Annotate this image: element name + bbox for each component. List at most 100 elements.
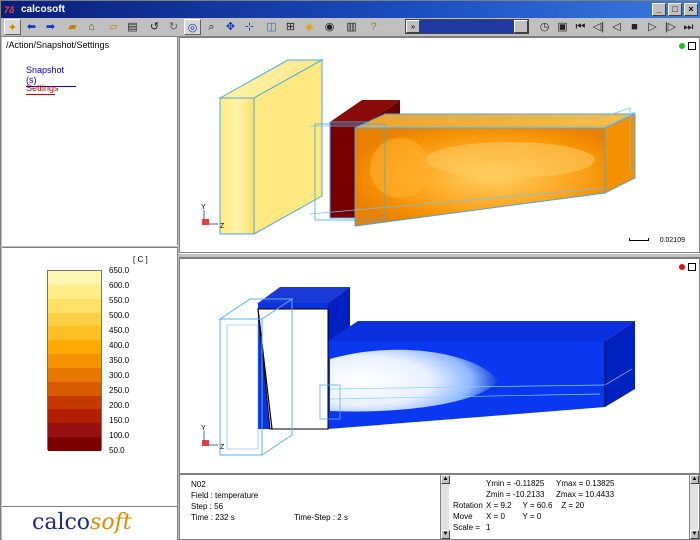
legend-band bbox=[48, 423, 101, 438]
rotate-icon[interactable]: ↺ bbox=[146, 19, 163, 35]
field-label: Field : temperature bbox=[191, 491, 259, 500]
ymax-value: Ymax = 0.13825 bbox=[556, 479, 615, 488]
save-disk-icon[interactable]: ▤ bbox=[124, 19, 141, 35]
ymin-value: Ymin = -0.11825 bbox=[486, 479, 545, 488]
pan-move-icon[interactable]: ✥ bbox=[222, 19, 239, 35]
maximize-view-icon[interactable] bbox=[688, 42, 696, 50]
minimize-button[interactable]: _ bbox=[652, 3, 666, 16]
time-label: Time : 232 s bbox=[191, 513, 235, 522]
node-name: N02 bbox=[191, 480, 206, 489]
logo-area: calcosoft bbox=[2, 506, 178, 540]
svg-text:Y: Y bbox=[201, 204, 206, 211]
navigation-panel: /Action/Snapshot/Settings Snapshot (s) S… bbox=[2, 37, 178, 245]
field-render[interactable]: Y Z bbox=[180, 259, 700, 474]
move-value: X = 0 Y = 0 bbox=[486, 512, 542, 521]
legend-level-label: 100.0 bbox=[109, 431, 130, 440]
color-legend: [ C ] 650.0 600.0 550.0 500.0 450.0 400.0 350.… bbox=[2, 248, 178, 506]
legend-level-label: 150.0 bbox=[109, 416, 130, 425]
legend-band bbox=[48, 326, 101, 341]
legend-level-label: 250.0 bbox=[109, 386, 130, 395]
calcosoft-logo: calcosoft bbox=[32, 510, 132, 535]
scroll-up-icon[interactable]: ▲ bbox=[441, 475, 450, 484]
step-forward-icon[interactable]: |▷ bbox=[662, 19, 679, 35]
color-palette-icon[interactable]: ◈ bbox=[301, 19, 318, 35]
temperature-view[interactable]: Y Z 0.02109 bbox=[179, 37, 700, 253]
play-reverse-icon[interactable]: ◁ bbox=[608, 19, 625, 35]
rotation-label: Rotation bbox=[453, 501, 483, 510]
toolbar: ✦ ⬅ ➡ ▰ ⌂ ▱ ▤ ↺ ↻ ◎ ⌕ ✥ ⊹ ◫ ⊞ ◈ ◉ ▥ ? » … bbox=[1, 18, 700, 37]
slider-handle[interactable]: » bbox=[406, 20, 420, 33]
legend-band bbox=[48, 298, 101, 313]
app-window: 7δ calcosoft _ □ × ✦ ⬅ ➡ ▰ ⌂ ▱ ▤ ↺ ↻ ◎ ⌕… bbox=[0, 0, 700, 540]
play-icon[interactable]: ▷ bbox=[644, 19, 661, 35]
scroll-down-icon[interactable]: ▼ bbox=[690, 530, 699, 539]
record-icon[interactable]: ▣ bbox=[554, 19, 571, 35]
legend-level-label: 600.0 bbox=[109, 281, 130, 290]
step-back-icon[interactable]: ◁| bbox=[590, 19, 607, 35]
legend-band bbox=[48, 367, 101, 382]
settings-link[interactable]: Settings bbox=[26, 83, 59, 95]
maximize-view-icon[interactable] bbox=[688, 263, 696, 271]
legend-color-bar bbox=[47, 270, 102, 451]
legend-band bbox=[48, 354, 101, 368]
legend-band bbox=[48, 437, 101, 451]
legend-band bbox=[48, 340, 101, 355]
clock-icon[interactable]: ◷ bbox=[536, 19, 553, 35]
close-button[interactable]: × bbox=[684, 3, 698, 16]
legend-level-label: 500.0 bbox=[109, 311, 130, 320]
axes-icon[interactable]: ⊹ bbox=[241, 19, 258, 35]
open-folder-icon[interactable]: ▱ bbox=[105, 19, 122, 35]
legend-level-label: 300.0 bbox=[109, 371, 130, 380]
move-label: Move bbox=[453, 512, 473, 521]
first-frame-icon[interactable]: ⏮ bbox=[572, 19, 589, 35]
slider-end-handle[interactable] bbox=[514, 20, 528, 33]
panel-layout-icon[interactable]: ▥ bbox=[343, 19, 360, 35]
zoom-region-icon[interactable]: ◎ bbox=[184, 19, 201, 35]
scale-label: Scale = bbox=[453, 523, 480, 532]
back-arrow-icon[interactable]: ⬅ bbox=[23, 19, 40, 35]
active-indicator-icon bbox=[679, 43, 685, 49]
legend-unit: [ C ] bbox=[133, 255, 148, 264]
legend-level-label: 200.0 bbox=[109, 401, 130, 410]
status-scrollbar-left[interactable]: ▲ ▼ bbox=[440, 475, 450, 539]
scroll-down-icon[interactable]: ▼ bbox=[441, 530, 450, 539]
camera-icon[interactable]: ◉ bbox=[321, 19, 338, 35]
legend-band bbox=[48, 381, 101, 396]
stop-icon[interactable]: ■ bbox=[626, 19, 643, 35]
forward-arrow-icon[interactable]: ➡ bbox=[42, 19, 59, 35]
zoom-magnifier-icon[interactable]: ⌕ bbox=[203, 19, 220, 35]
time-slider[interactable]: » bbox=[405, 19, 529, 34]
zmin-value: Zmin = -10.2133 bbox=[486, 490, 545, 499]
scale-value: 0.02109 bbox=[659, 237, 685, 244]
axis-gizmo-icon: Y Z bbox=[201, 425, 225, 451]
rotation-value: X = 9.2 Y = 60.6 Z = 20 bbox=[486, 501, 585, 510]
zmax-value: Zmax = 10.4433 bbox=[556, 490, 615, 499]
svg-text:Z: Z bbox=[220, 444, 225, 451]
maximize-button[interactable]: □ bbox=[668, 3, 682, 16]
inactive-indicator-icon bbox=[679, 264, 685, 270]
select-tool-icon[interactable]: ✦ bbox=[4, 19, 21, 35]
grid-view-icon[interactable]: ⊞ bbox=[282, 19, 299, 35]
folder-icon[interactable]: ▰ bbox=[64, 19, 81, 35]
legend-level-label: 400.0 bbox=[109, 341, 130, 350]
field-view[interactable]: Y Z bbox=[179, 258, 700, 474]
scale-bar bbox=[629, 238, 649, 241]
scroll-up-icon[interactable]: ▲ bbox=[690, 475, 699, 484]
timestep-label: Time-Step : 2 s bbox=[294, 513, 348, 522]
breadcrumb: /Action/Snapshot/Settings bbox=[6, 40, 110, 50]
rotate-alt-icon[interactable]: ↻ bbox=[165, 19, 182, 35]
legend-level-label: 650.0 bbox=[109, 266, 130, 275]
svg-text:Y: Y bbox=[201, 425, 206, 432]
last-frame-icon[interactable]: ⏭ bbox=[680, 19, 697, 35]
help-icon[interactable]: ? bbox=[365, 19, 382, 35]
status-scrollbar-right[interactable]: ▲ ▼ bbox=[689, 475, 699, 539]
temperature-render[interactable]: Y Z bbox=[180, 38, 700, 253]
svg-text:Z: Z bbox=[220, 223, 225, 230]
legend-level-label: 550.0 bbox=[109, 296, 130, 305]
fit-view-icon[interactable]: ◫ bbox=[263, 19, 280, 35]
title-bar: 7δ calcosoft _ □ × bbox=[1, 1, 700, 18]
legend-level-label: 450.0 bbox=[109, 326, 130, 335]
legend-level-label: 50.0 bbox=[109, 446, 125, 455]
home-icon[interactable]: ⌂ bbox=[83, 19, 100, 35]
step-label: Step : 56 bbox=[191, 502, 224, 511]
